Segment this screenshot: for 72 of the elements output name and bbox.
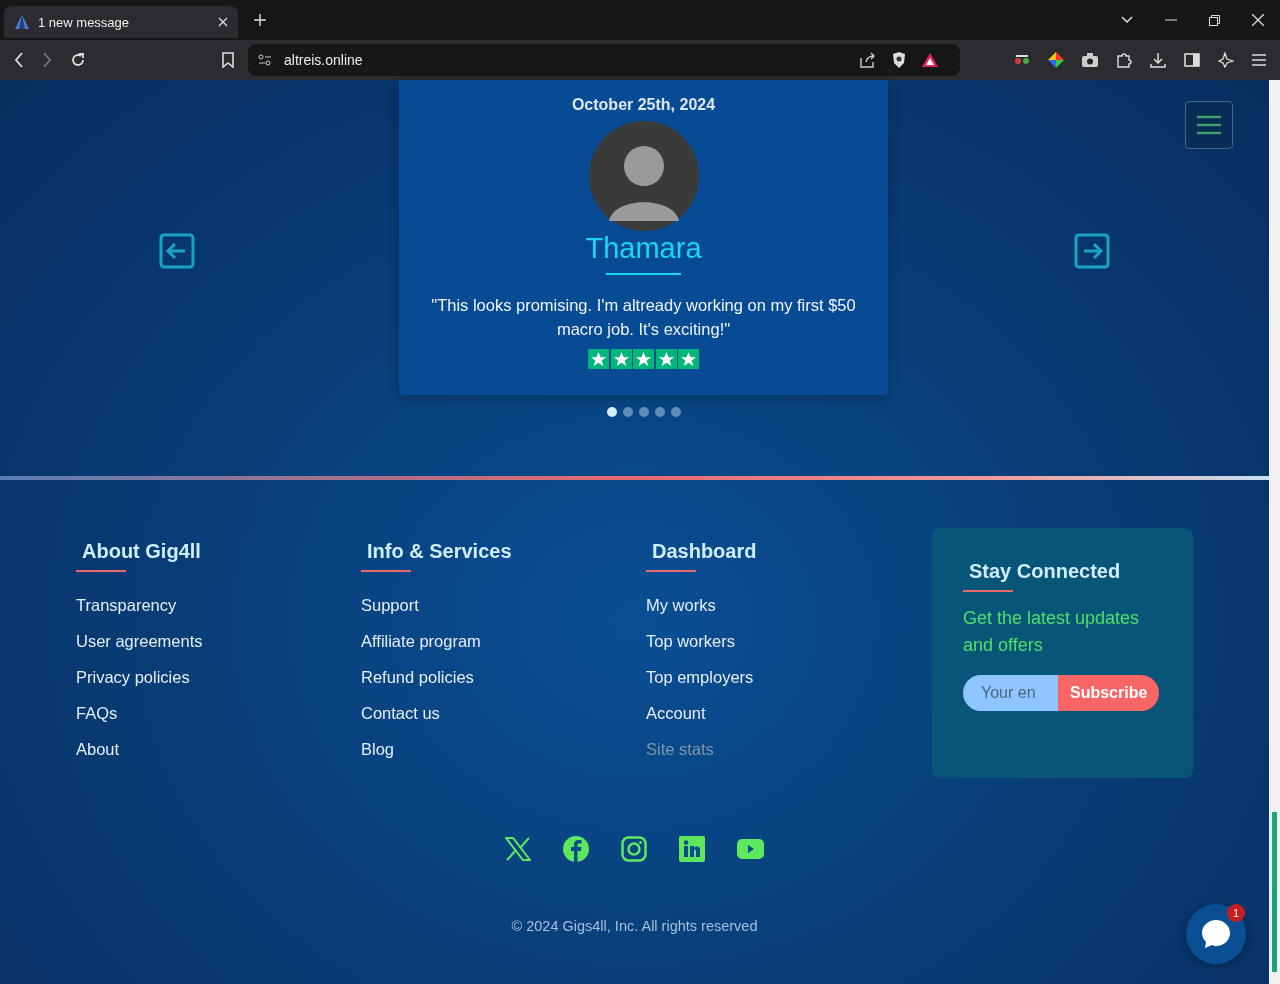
instagram-icon[interactable] [621,836,647,862]
chevron-down-icon[interactable] [1121,16,1133,24]
x-icon[interactable] [505,837,531,861]
reviewer-name: Thamara [585,232,702,265]
star-icon [633,349,654,369]
newsletter-text: Get the latest updates and offers [963,607,1141,657]
reload-icon[interactable] [70,52,86,68]
restore-icon[interactable] [1209,14,1220,26]
column-heading: About Gig4ll [76,540,201,569]
back-icon[interactable] [14,52,24,68]
notification-badge: 1 [1227,904,1245,922]
menu-button[interactable] [1185,101,1233,149]
column-heading: Dashboard [646,540,757,569]
puzzle-icon[interactable] [1116,52,1132,68]
star-icon [588,349,609,369]
next-arrow-icon[interactable] [1074,233,1110,269]
star-icon [678,349,699,369]
share-icon[interactable] [860,52,876,68]
bookmark-icon[interactable] [222,52,234,68]
new-tab-icon[interactable] [254,14,266,26]
footer-link[interactable]: Refund policies [361,667,474,688]
browser-tab[interactable]: 1 new message [4,6,238,38]
camera-icon[interactable] [1082,53,1098,67]
review-quote: "This looks promising. I'm altready working on my first $50 macro job. It's exciting!" [430,295,857,340]
triangle-logo-icon [14,14,30,30]
footer-link[interactable]: Account [646,703,706,724]
menu-icon[interactable] [1252,54,1266,66]
carousel-dot[interactable] [638,407,649,417]
forward-icon[interactable] [42,52,52,68]
email-field[interactable]: Your en [963,675,1058,711]
newsletter-heading: Stay Connected [963,560,1121,589]
footer-link[interactable]: Contact us [361,703,440,724]
star-icon [610,349,632,369]
footer-link[interactable]: Support [361,595,419,616]
facebook-icon[interactable] [563,836,589,862]
chat-bubble-icon [1200,918,1232,950]
carousel-dot[interactable] [654,407,665,417]
footer-link[interactable]: Top workers [646,631,735,652]
linkedin-icon[interactable] [679,836,705,862]
menu-icon [1197,115,1221,135]
sparkle-icon[interactable] [1218,52,1234,68]
footer-link[interactable]: About [76,739,120,760]
play-button-icon[interactable] [737,839,764,859]
color-wheel-icon[interactable] [1048,52,1064,68]
footer-link[interactable]: Top employers [646,667,754,688]
column-heading: Info & Services [361,540,512,569]
chat-button[interactable] [1186,904,1246,964]
star-icon [655,349,677,369]
tab-title: 1 new message [38,14,131,30]
shield-lion-icon[interactable] [892,52,906,68]
footer-link[interactable]: FAQs [76,703,118,724]
footer-link[interactable]: Transparency [76,595,177,616]
address-bar[interactable]: altreis.online [248,44,960,76]
carousel-dot[interactable] [606,407,617,417]
url-text: altreis.online [284,52,363,68]
footer-link[interactable]: Privacy policies [76,667,190,688]
site-settings-icon[interactable] [258,54,272,66]
sidebar-icon[interactable] [1184,53,1200,67]
footer-link[interactable]: Affiliate program [361,631,481,652]
previous-arrow-icon[interactable] [159,233,195,269]
triangle-icon[interactable] [922,53,938,67]
download-icon[interactable] [1150,52,1166,68]
copyright-text: © 2024 Gigs4ll, Inc. All rights reserved [510,918,759,934]
glasses-icon[interactable] [1014,54,1030,66]
close-icon[interactable] [218,17,228,27]
carousel-dot[interactable] [622,407,633,417]
carousel-dot[interactable] [670,407,681,417]
close-icon[interactable] [1252,14,1264,26]
footer-link[interactable]: My works [646,595,716,616]
footer-link[interactable]: User agreements [76,631,203,652]
footer-link[interactable]: Blog [361,739,395,760]
review-date: October 25th, 2024 [571,96,716,114]
